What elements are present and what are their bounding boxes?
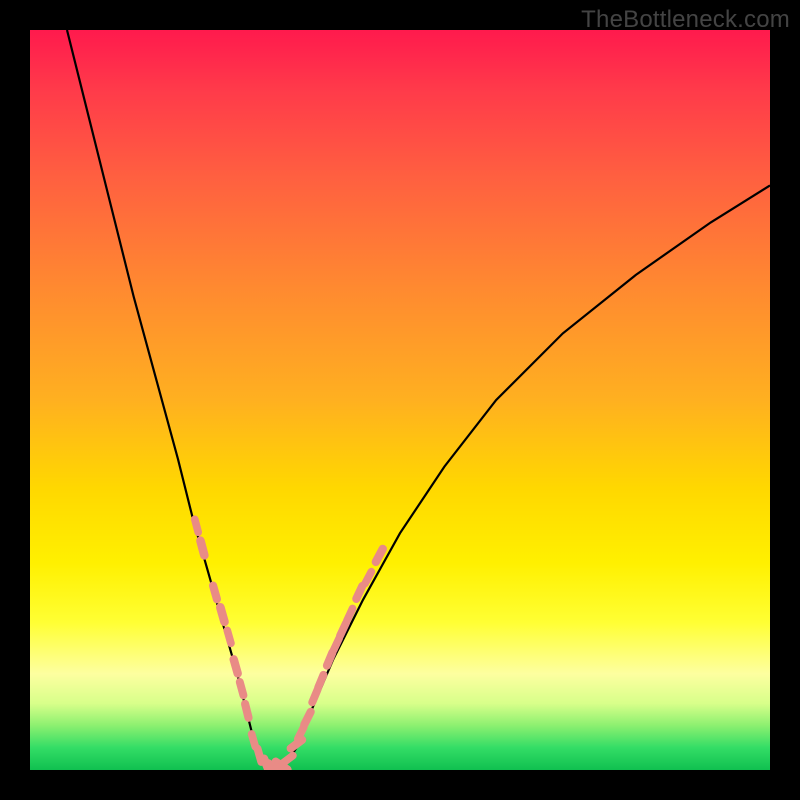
data-marker <box>190 515 203 537</box>
data-marker <box>223 626 236 648</box>
curve-svg <box>30 30 770 770</box>
data-marker <box>370 543 388 567</box>
data-marker <box>195 535 209 560</box>
data-markers <box>190 515 388 770</box>
data-marker <box>313 670 329 693</box>
chart-frame: TheBottleneck.com <box>0 0 800 800</box>
data-marker <box>235 677 248 700</box>
data-marker <box>360 566 377 588</box>
data-marker <box>228 654 242 679</box>
data-marker <box>299 706 316 730</box>
data-marker <box>240 699 253 723</box>
data-marker <box>208 580 222 604</box>
bottleneck-curve <box>67 30 770 770</box>
plot-area <box>30 30 770 770</box>
data-marker <box>215 602 230 627</box>
